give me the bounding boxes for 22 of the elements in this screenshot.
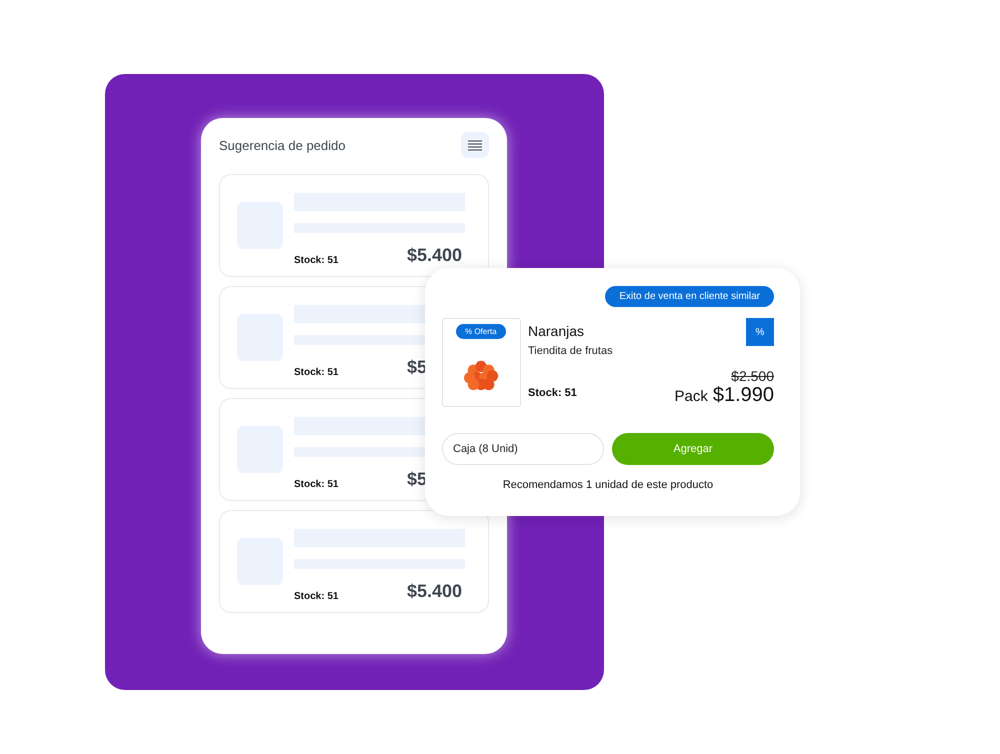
discount-icon: % (746, 318, 774, 346)
panel-title: Sugerencia de pedido (219, 138, 346, 152)
menu-icon (468, 140, 482, 150)
price: $1.990 (712, 384, 774, 407)
recommendation-note: Recomendamos 1 unidad de este producto (502, 479, 714, 491)
price-prefix: Pack (674, 388, 708, 405)
product-row[interactable]: Stock: 51 $5.400 (219, 510, 489, 613)
store-name: Tiendita de frutas (528, 345, 614, 357)
stock-label: Stock: 51 (294, 255, 338, 266)
menu-button[interactable] (461, 132, 489, 158)
stock-label: Stock: 51 (294, 479, 338, 490)
price: $5.400 (407, 581, 464, 602)
bestseller-badge: Exito de venta en cliente similar (605, 286, 774, 307)
old-price: $2.500 (731, 368, 774, 384)
unit-select[interactable]: Caja (8 Unid) (442, 433, 604, 465)
product-row[interactable]: Stock: 51 $5.400 (219, 174, 489, 277)
offer-tag: % Oferta (456, 324, 506, 339)
stock-label: Stock: 51 (294, 367, 338, 378)
price: $5.400 (407, 245, 464, 266)
stock-label: Stock: 51 (528, 387, 578, 399)
product-name: Naranjas (528, 323, 586, 339)
stock-label: Stock: 51 (294, 591, 338, 602)
